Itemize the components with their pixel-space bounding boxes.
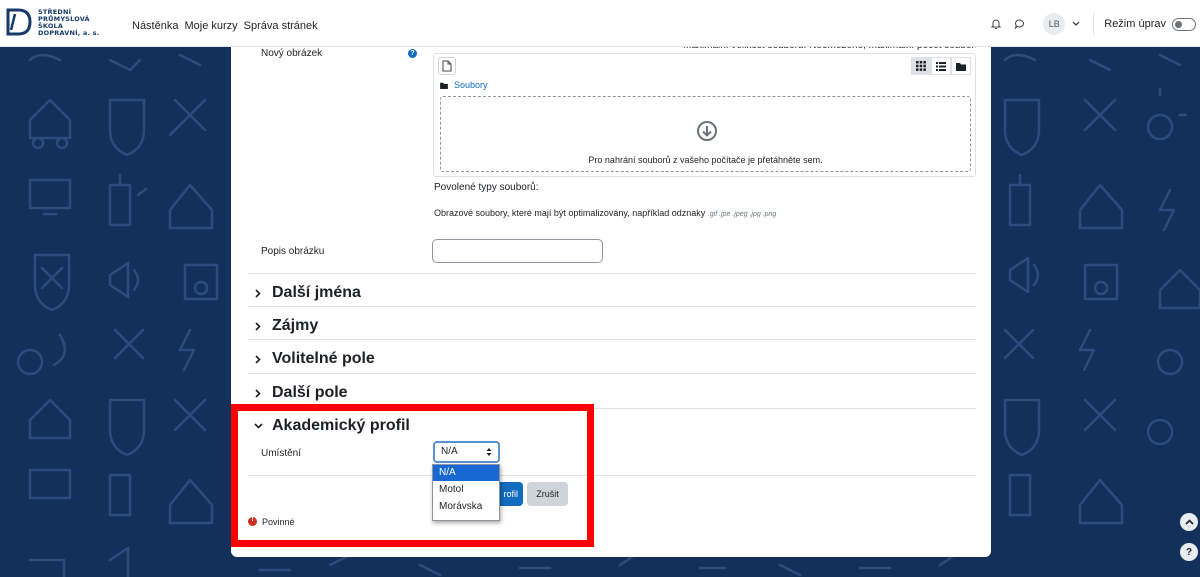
location-select-value: N/A	[441, 446, 458, 457]
cancel-button-label: Zrušit	[536, 489, 559, 499]
grid-view-button[interactable]	[911, 57, 931, 75]
logo-text: STŘEDNÍ PRŮMYSLOVÁ ŠKOLA DOPRAVNÍ, a. s.	[38, 9, 99, 37]
scroll-to-top-button[interactable]	[1180, 513, 1198, 531]
bell-icon[interactable]	[985, 13, 1007, 35]
section-other-fields: Další pole	[248, 373, 976, 408]
section-title: Volitelné pole	[272, 350, 375, 367]
bell-icon-svg	[991, 19, 1002, 29]
form-divider	[248, 475, 976, 476]
navbar-right: LB Režim úprav	[985, 12, 1200, 36]
chevron-up-icon	[1184, 519, 1194, 525]
location-option-motol[interactable]: Motol	[433, 482, 499, 498]
section-title: Akademický profil	[272, 417, 410, 434]
logo-mark-icon	[6, 8, 32, 36]
folder-icon	[440, 82, 448, 89]
primary-navigation: Nástěnka Moje kurzy Správa stránek	[132, 20, 318, 32]
grid-icon	[916, 61, 926, 71]
allowed-types-info: Obrazové soubory, které mají být optimal…	[434, 208, 776, 218]
nav-link-dashboard[interactable]: Nástěnka	[132, 20, 178, 32]
image-description-input[interactable]	[432, 239, 603, 263]
section-optional-field: Volitelné pole	[248, 339, 976, 372]
allowed-types-label: Povolené typy souborů:	[434, 182, 539, 193]
file-picker-toolbar	[434, 54, 975, 78]
required-label: Povinné	[262, 517, 295, 527]
file-picker-path: Soubory	[440, 80, 488, 90]
required-icon	[248, 516, 257, 526]
nav-link-my-courses[interactable]: Moje kurzy	[184, 20, 237, 32]
list-icon	[936, 61, 946, 71]
section-toggle[interactable]: Akademický profil	[253, 417, 410, 435]
edit-mode-label: Režim úprav	[1104, 18, 1166, 30]
section-interests: Zájmy	[248, 306, 976, 339]
logo-line: DOPRAVNÍ, a. s.	[38, 29, 100, 37]
location-select[interactable]: N/A	[433, 441, 500, 463]
help-icon[interactable]: ?	[408, 49, 417, 58]
location-option-moravska[interactable]: Morávska	[433, 499, 499, 515]
chevron-right-icon	[253, 288, 263, 298]
chevron-right-icon	[253, 354, 263, 364]
user-avatar[interactable]: LB	[1043, 13, 1066, 35]
files-folder-link[interactable]: Soubory	[454, 80, 488, 90]
tree-view-button[interactable]	[951, 57, 971, 75]
new-image-label: Nový obrázek	[261, 48, 323, 59]
section-academic-profile: Akademický profil	[248, 408, 976, 476]
location-dropdown-list: N/A Motol Morávska	[432, 464, 500, 521]
view-switcher	[911, 57, 971, 75]
section-toggle[interactable]: Další pole	[253, 384, 348, 402]
select-arrows-icon	[486, 448, 492, 456]
update-profile-button-label: rofil	[503, 489, 518, 499]
section-title: Zájmy	[272, 317, 319, 334]
help-button[interactable]: ?	[1180, 543, 1198, 561]
nav-link-site-admin[interactable]: Správa stránek	[244, 20, 318, 32]
file-icon	[442, 60, 452, 72]
section-toggle[interactable]: Zájmy	[253, 317, 318, 335]
image-description-label: Popis obrázku	[261, 246, 325, 257]
download-arrow-icon	[697, 121, 717, 141]
list-view-button[interactable]	[931, 57, 951, 75]
chevron-down-icon	[253, 421, 263, 431]
chat-icon[interactable]	[1009, 13, 1031, 35]
allowed-types-description: Obrazové soubory, které mají být optimal…	[434, 208, 706, 218]
location-label: Umístění	[261, 448, 302, 459]
section-toggle[interactable]: Volitelné pole	[253, 350, 375, 368]
add-file-button[interactable]	[438, 57, 456, 75]
file-drop-zone[interactable]: Pro nahrání souborů z vašeho počítače je…	[440, 96, 971, 172]
chat-icon-svg	[1014, 19, 1025, 30]
chevron-right-icon	[253, 321, 263, 331]
section-toggle[interactable]: Další jména	[253, 284, 361, 302]
chevron-down-icon	[1072, 21, 1080, 26]
top-navbar: STŘEDNÍ PRŮMYSLOVÁ ŠKOLA DOPRAVNÍ, a. s.…	[0, 0, 1200, 47]
cancel-button[interactable]: Zrušit	[527, 482, 568, 506]
user-menu-chevron-down-icon[interactable]	[1069, 17, 1083, 31]
section-additional-names: Další jména	[248, 273, 976, 306]
section-title: Další pole	[272, 384, 348, 401]
navbar-divider	[1093, 13, 1095, 35]
location-option-na[interactable]: N/A	[433, 465, 499, 481]
drop-zone-text: Pro nahrání souborů z vašeho počítače je…	[588, 155, 823, 165]
school-logo[interactable]: STŘEDNÍ PRŮMYSLOVÁ ŠKOLA DOPRAVNÍ, a. s.	[6, 7, 116, 41]
section-title: Další jména	[272, 284, 361, 301]
chevron-right-icon	[253, 388, 263, 398]
allowed-types-extensions: .gif .jpe .jpeg .jpg .png	[707, 211, 777, 218]
edit-mode-toggle[interactable]	[1172, 17, 1196, 31]
file-picker: Soubory Pro nahrání souborů z vašeho poč…	[433, 53, 976, 177]
help-button-label: ?	[1185, 546, 1193, 558]
folder-icon	[956, 62, 966, 71]
